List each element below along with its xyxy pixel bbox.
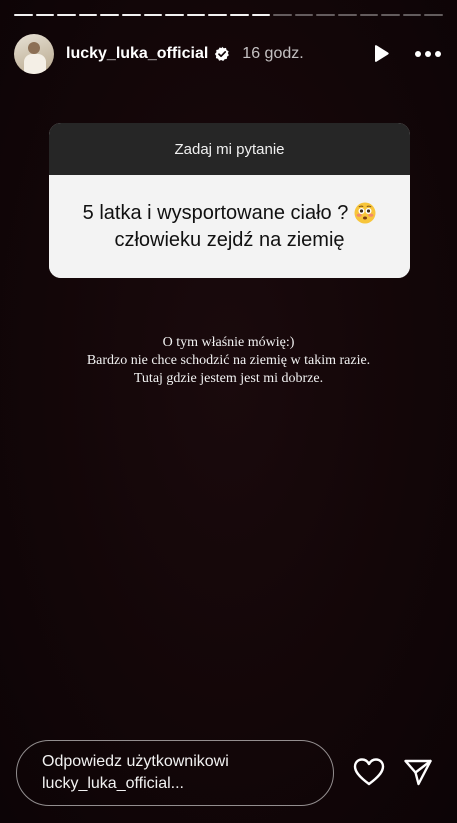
progress-segment bbox=[381, 14, 400, 16]
more-icon bbox=[415, 51, 441, 57]
send-icon bbox=[404, 759, 432, 786]
flushed-face-icon bbox=[354, 202, 376, 224]
progress-segment bbox=[186, 14, 206, 16]
progress-segment bbox=[424, 14, 443, 16]
play-icon bbox=[375, 45, 389, 62]
progress-segment bbox=[14, 14, 33, 16]
story-caption: O tym właśnie mówię:) Bardzo nie chce sc… bbox=[20, 334, 437, 388]
progress-segment bbox=[402, 14, 422, 16]
caption-line: Bardzo nie chce schodzić na ziemię w tak… bbox=[86, 353, 371, 368]
like-button[interactable] bbox=[353, 757, 385, 787]
progress-segment bbox=[294, 14, 314, 16]
progress-segment bbox=[273, 14, 292, 16]
more-options-button[interactable] bbox=[413, 42, 443, 66]
progress-segment bbox=[78, 14, 98, 16]
username[interactable]: lucky_luka_official bbox=[66, 45, 208, 63]
reply-placeholder-line-2: lucky_luka_official... bbox=[42, 775, 184, 792]
share-button[interactable] bbox=[403, 757, 433, 787]
play-button[interactable] bbox=[369, 42, 393, 66]
avatar[interactable] bbox=[14, 34, 54, 74]
sticker-question: 5 latka i wysportowane ciało ? człowieku… bbox=[49, 175, 410, 278]
reply-input[interactable]: Odpowiedz użytkownikowi lucky_luka_offic… bbox=[16, 740, 334, 806]
progress-segment bbox=[208, 14, 227, 16]
progress-segment bbox=[35, 14, 55, 16]
question-text-line-1: 5 latka i wysportowane ciało ? bbox=[82, 201, 349, 224]
question-sticker[interactable]: Zadaj mi pytanie 5 latka i wysportowane … bbox=[49, 123, 410, 278]
caption-line: Tutaj gdzie jestem jest mi dobrze. bbox=[133, 371, 324, 386]
story-header: lucky_luka_official 16 godz. bbox=[14, 34, 443, 74]
progress-segment bbox=[359, 14, 379, 16]
verified-badge-icon bbox=[214, 46, 230, 62]
question-text-line-2: człowieku zejdź na ziemię bbox=[114, 228, 345, 251]
progress-segment bbox=[121, 14, 141, 16]
progress-segment bbox=[100, 14, 119, 16]
story-progress-bar bbox=[14, 14, 443, 17]
progress-segment bbox=[57, 14, 76, 16]
progress-segment bbox=[229, 14, 249, 16]
progress-segment bbox=[337, 14, 357, 16]
story-viewer[interactable]: lucky_luka_official 16 godz. Zadaj mi py… bbox=[0, 0, 457, 823]
progress-segment bbox=[165, 14, 184, 16]
sticker-title: Zadaj mi pytanie bbox=[49, 123, 410, 175]
progress-segment bbox=[143, 14, 163, 16]
reply-placeholder-line-1: Odpowiedz użytkownikowi bbox=[42, 753, 229, 770]
caption-line: O tym właśnie mówię:) bbox=[162, 335, 295, 350]
post-time: 16 godz. bbox=[242, 45, 304, 62]
progress-segment bbox=[316, 14, 335, 16]
progress-segment bbox=[251, 14, 271, 16]
heart-icon bbox=[353, 758, 385, 786]
